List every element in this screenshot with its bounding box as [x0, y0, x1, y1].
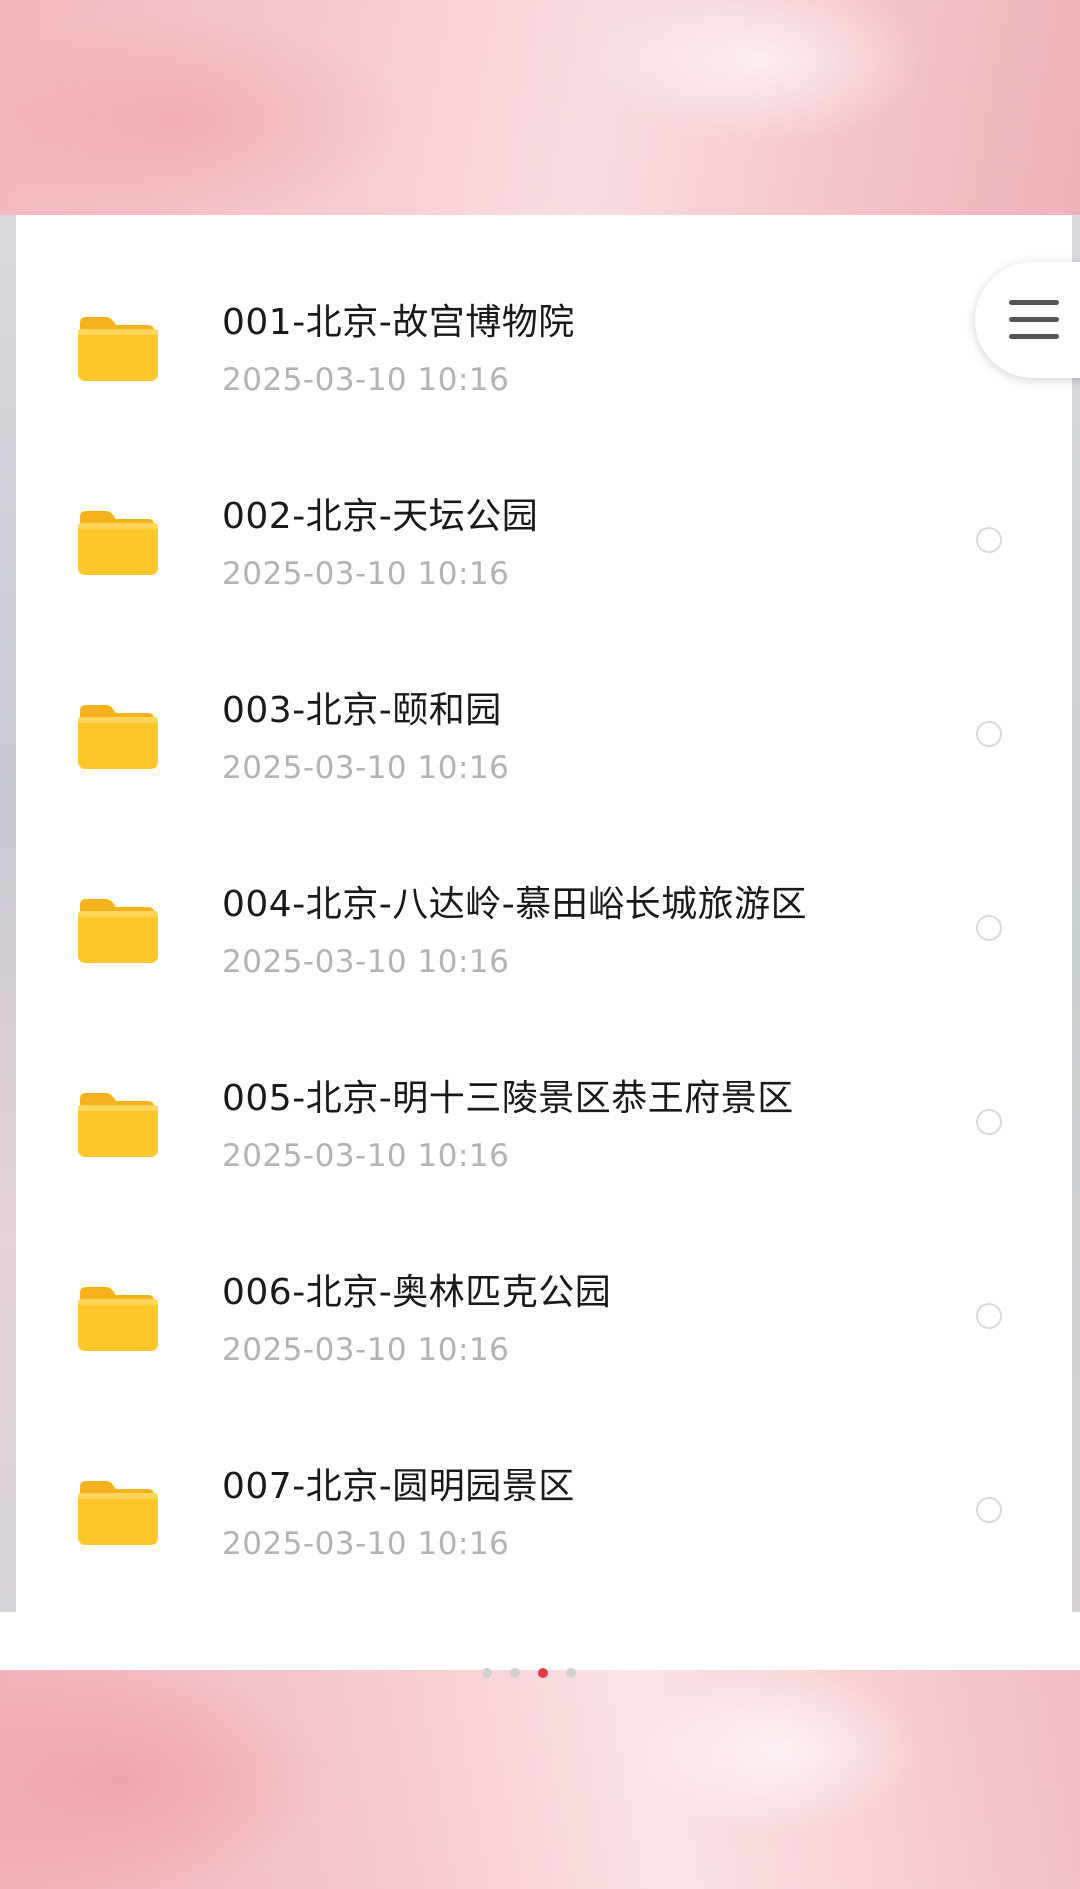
page-dot[interactable]: [510, 1668, 520, 1678]
file-row-007[interactable]: 007-北京-圆明园景区 2025-03-10 10:16: [16, 1379, 1072, 1573]
file-date: 2025-03-10 10:16: [222, 1138, 510, 1174]
file-name: 001-北京-故宫博物院: [222, 302, 575, 343]
file-row-001[interactable]: 001-北京-故宫博物院 2025-03-10 10:16: [16, 215, 1072, 409]
folder-icon: [76, 505, 158, 577]
select-radio[interactable]: [976, 527, 1002, 553]
file-list-panel: 001-北京-故宫博物院 2025-03-10 10:16 002-北京-天坛公…: [16, 215, 1072, 1670]
page-dot-active[interactable]: [538, 1668, 548, 1678]
background-right-edge: [1072, 215, 1080, 1675]
file-date: 2025-03-10 10:16: [222, 362, 510, 398]
folder-icon: [76, 699, 158, 771]
file-name: 002-北京-天坛公园: [222, 496, 539, 537]
background-top-decoration: [0, 0, 1080, 230]
file-row-006[interactable]: 006-北京-奥林匹克公园 2025-03-10 10:16: [16, 1185, 1072, 1379]
menu-button[interactable]: [975, 262, 1080, 378]
select-radio[interactable]: [976, 915, 1002, 941]
file-name: 006-北京-奥林匹克公园: [222, 1272, 612, 1313]
file-name: 003-北京-颐和园: [222, 690, 502, 731]
background-bottom-decoration: [0, 1670, 1080, 1889]
file-row-002[interactable]: 002-北京-天坛公园 2025-03-10 10:16: [16, 409, 1072, 603]
select-radio[interactable]: [976, 1303, 1002, 1329]
file-name: 005-北京-明十三陵景区恭王府景区: [222, 1078, 794, 1119]
file-row-003[interactable]: 003-北京-颐和园 2025-03-10 10:16: [16, 603, 1072, 797]
file-row-005[interactable]: 005-北京-明十三陵景区恭王府景区 2025-03-10 10:16: [16, 991, 1072, 1185]
select-radio[interactable]: [976, 1497, 1002, 1523]
folder-icon: [76, 1281, 158, 1353]
page-indicator: [482, 1668, 582, 1678]
folder-icon: [76, 1087, 158, 1159]
file-name: 007-北京-圆明园景区: [222, 1466, 575, 1507]
folder-icon: [76, 1475, 158, 1547]
background-left-edge: [0, 215, 16, 1675]
page-dot[interactable]: [566, 1668, 576, 1678]
hamburger-icon: [1009, 300, 1059, 340]
file-date: 2025-03-10 10:16: [222, 944, 510, 980]
file-date: 2025-03-10 10:16: [222, 1526, 510, 1562]
select-radio[interactable]: [976, 1109, 1002, 1135]
file-date: 2025-03-10 10:16: [222, 750, 510, 786]
file-date: 2025-03-10 10:16: [222, 556, 510, 592]
folder-icon: [76, 893, 158, 965]
pager-strip: [0, 1612, 1080, 1670]
file-row-004[interactable]: 004-北京-八达岭-慕田峪长城旅游区 2025-03-10 10:16: [16, 797, 1072, 991]
folder-icon: [76, 311, 158, 383]
file-date: 2025-03-10 10:16: [222, 1332, 510, 1368]
select-radio[interactable]: [976, 721, 1002, 747]
file-name: 004-北京-八达岭-慕田峪长城旅游区: [222, 884, 808, 925]
page-dot[interactable]: [482, 1668, 492, 1678]
